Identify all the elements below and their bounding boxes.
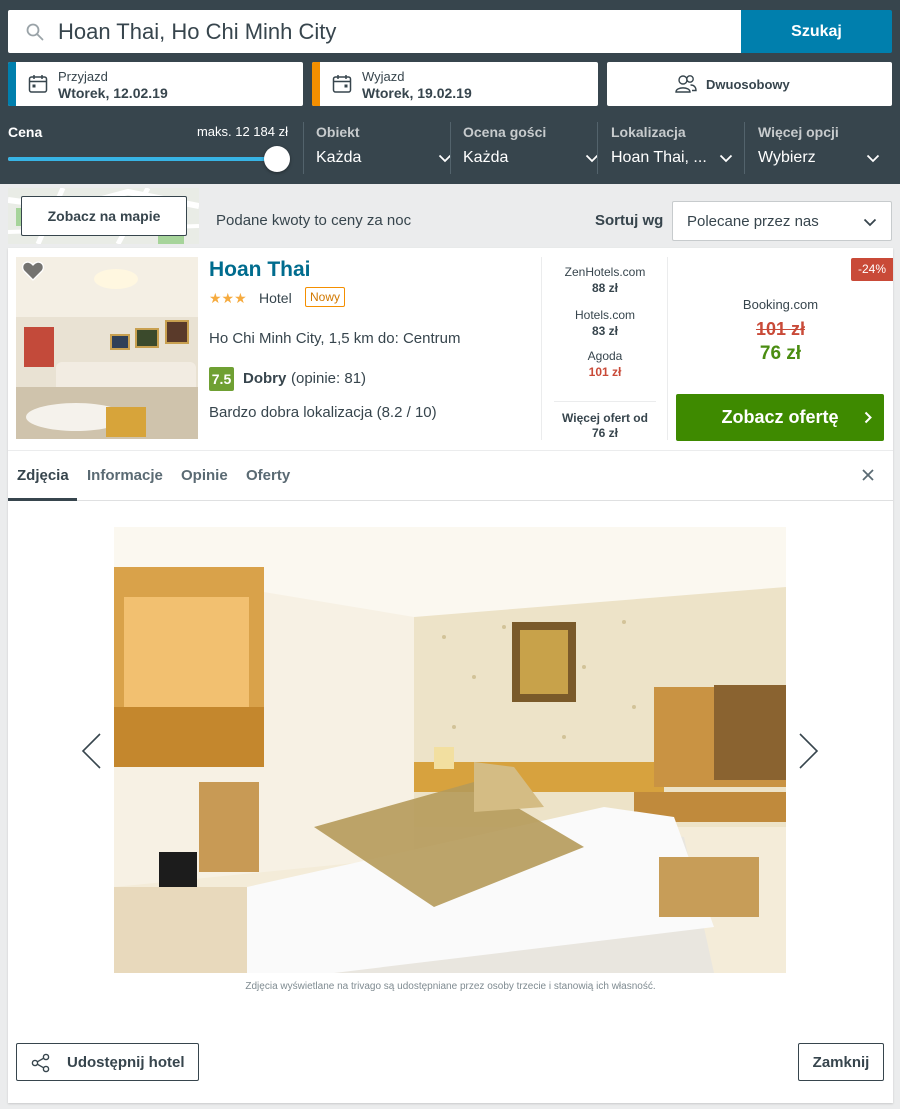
sort-label: Sortuj wg — [595, 212, 664, 229]
guest-rating-value: Każda — [463, 149, 509, 166]
close-details-button[interactable]: Zamknij — [798, 1043, 884, 1081]
hotel-type: Hotel — [259, 290, 292, 306]
tab-photos[interactable]: Zdjęcia — [17, 467, 69, 484]
search-icon — [26, 23, 44, 41]
hotel-stars-icon: ★★★ — [209, 290, 247, 306]
sort-dropdown[interactable]: Polecane przez nas — [672, 201, 892, 241]
rating-count[interactable]: (opinie: 81) — [291, 370, 366, 387]
search-button[interactable]: Szukaj — [741, 10, 892, 53]
price-label: Cena — [8, 124, 43, 140]
more-options-value: Wybierz — [758, 149, 816, 166]
search-input[interactable] — [58, 10, 728, 53]
chevron-down-icon — [719, 154, 733, 163]
hotel-name-link[interactable]: Hoan Thai — [209, 258, 311, 282]
best-deal-site: Booking.com — [742, 297, 819, 312]
view-deal-button[interactable]: Zobacz ofertę — [676, 394, 884, 441]
discount-badge: -24% — [851, 258, 893, 281]
filter-divider — [744, 122, 745, 174]
room-type-selector[interactable]: Dwuosobowy — [607, 62, 892, 106]
share-hotel-button[interactable]: Udostępnij hotel — [16, 1043, 199, 1081]
people-icon — [675, 75, 697, 93]
detail-tabs: Zdjęcia Informacje Opinie Oferty — [8, 450, 893, 501]
tab-reviews[interactable]: Opinie — [181, 467, 228, 484]
price-slider-fill — [8, 157, 278, 161]
card-divider — [667, 257, 668, 440]
filter-divider — [450, 122, 451, 174]
chevron-down-icon — [863, 218, 877, 227]
chevron-right-icon — [864, 411, 872, 424]
more-offers-link[interactable]: Więcej ofert od 76 zł — [554, 401, 656, 441]
search-header: Szukaj Przyjazd Wtorek, 12.02.19 Wyjazd … — [0, 0, 900, 184]
filter-divider — [303, 122, 304, 174]
location-value: Hoan Thai, ... — [611, 149, 707, 166]
search-box[interactable] — [8, 10, 741, 53]
new-badge: Nowy — [305, 287, 346, 307]
checkout-accent-bar — [312, 62, 320, 106]
price-slider-track[interactable] — [8, 157, 278, 161]
offer-site: ZenHotels.com — [564, 265, 646, 279]
checkout-date-picker[interactable]: Wyjazd Wtorek, 19.02.19 — [312, 62, 598, 106]
offer-price: 83 zł — [591, 324, 618, 338]
photo-copyright-note: Zdjęcia wyświetlane na trivago są udostę… — [245, 981, 656, 992]
hotel-thumbnail[interactable] — [16, 257, 198, 439]
price-slider-handle[interactable] — [264, 146, 290, 172]
guest-rating-filter[interactable]: Ocena gości Każda — [463, 124, 599, 174]
close-icon[interactable] — [860, 467, 876, 483]
location-rating: Bardzo dobra lokalizacja (8.2 / 10) — [209, 404, 437, 421]
tab-offers[interactable]: Oferty — [246, 467, 290, 484]
favorite-heart-icon[interactable] — [22, 261, 44, 281]
gallery-photo[interactable] — [114, 527, 786, 973]
offer-item[interactable]: Hotels.com 83 zł — [542, 308, 668, 338]
offer-price: 88 zł — [591, 281, 618, 295]
checkout-label: Wyjazd — [362, 69, 405, 84]
best-deal-old-price: 101 zł — [755, 319, 806, 339]
offer-site: Hotels.com — [574, 308, 636, 322]
offer-item[interactable]: ZenHotels.com 88 zł — [542, 265, 668, 295]
chevron-down-icon — [866, 154, 880, 163]
more-options-filter[interactable]: Więcej opcji Wybierz — [758, 124, 880, 174]
guest-rating-label: Ocena gości — [463, 124, 547, 140]
show-map-button[interactable]: Zobacz na mapie — [21, 196, 187, 236]
calendar-icon — [28, 75, 48, 93]
more-offers-line2: 76 zł — [591, 426, 618, 440]
filter-bar: Cena maks. 12 184 zł Obiekt Każda Ocena … — [0, 114, 900, 184]
gallery-prev-arrow-icon[interactable] — [80, 732, 104, 770]
share-icon — [31, 1053, 50, 1073]
room-type-value: Dwuosobowy — [706, 77, 790, 92]
property-type-label: Obiekt — [316, 124, 360, 140]
more-options-label: Więcej opcji — [758, 124, 839, 140]
offer-item[interactable]: Agoda 101 zł — [542, 349, 668, 379]
checkin-label: Przyjazd — [58, 69, 108, 84]
property-type-filter[interactable]: Obiekt Każda — [316, 124, 452, 174]
checkin-date-picker[interactable]: Przyjazd Wtorek, 12.02.19 — [8, 62, 303, 106]
checkin-accent-bar — [8, 62, 16, 106]
offer-price: 101 zł — [588, 365, 622, 379]
rating-score-badge[interactable]: 7.5 — [209, 367, 234, 391]
sort-value: Polecane przez nas — [687, 213, 819, 230]
price-max-value: maks. 12 184 zł — [196, 124, 288, 139]
offer-site: Agoda — [587, 349, 623, 363]
property-type-value: Każda — [316, 149, 362, 166]
best-deal-price: 76 zł — [759, 343, 802, 364]
tab-info[interactable]: Informacje — [87, 467, 163, 484]
share-hotel-label: Udostępnij hotel — [67, 1054, 185, 1071]
more-offers-line1: Więcej ofert od — [562, 411, 648, 425]
filter-divider — [597, 122, 598, 174]
rating-text[interactable]: Dobry — [243, 370, 286, 387]
location-filter[interactable]: Lokalizacja Hoan Thai, ... — [611, 124, 733, 174]
gallery-next-arrow-icon[interactable] — [796, 732, 820, 770]
view-deal-label: Zobacz ofertę — [721, 407, 839, 427]
hotel-card: Hoan Thai ★★★ Hotel Nowy Ho Chi Minh Cit… — [8, 248, 893, 1103]
location-label: Lokalizacja — [611, 124, 686, 140]
checkin-value: Wtorek, 12.02.19 — [58, 85, 168, 101]
price-per-night-note: Podane kwoty to ceny za noc — [216, 212, 412, 229]
calendar-icon — [332, 75, 352, 93]
active-tab-indicator — [8, 498, 77, 501]
checkout-value: Wtorek, 19.02.19 — [362, 85, 472, 101]
hotel-location[interactable]: Ho Chi Minh City, 1,5 km do: Centrum — [209, 330, 460, 347]
